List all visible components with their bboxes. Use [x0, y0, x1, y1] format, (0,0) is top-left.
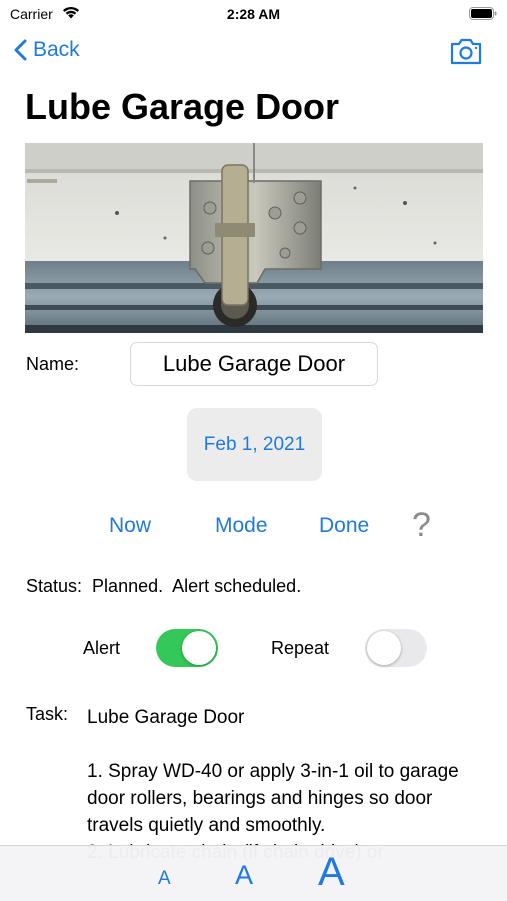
repeat-toggle[interactable]	[365, 629, 427, 667]
alert-toggle[interactable]	[156, 629, 218, 667]
font-size-medium-button[interactable]: A	[235, 860, 253, 891]
task-photo	[25, 143, 483, 333]
font-size-small-button[interactable]: A	[158, 868, 171, 890]
task-text[interactable]: Lube Garage Door 1. Spray WD-40 or apply…	[87, 704, 477, 866]
clock: 2:28 AM	[226, 6, 281, 22]
back-label: Back	[33, 38, 80, 61]
toggle-knob	[367, 631, 401, 665]
status-value: Planned. Alert scheduled.	[92, 576, 302, 596]
back-button[interactable]: Back	[14, 38, 80, 62]
chevron-left-icon	[14, 39, 27, 61]
name-field[interactable]: Lube Garage Door	[130, 342, 378, 386]
page-title: Lube Garage Door	[25, 86, 340, 127]
toggle-knob	[182, 631, 216, 665]
now-button[interactable]: Now	[109, 514, 151, 538]
font-size-large-button[interactable]: A	[318, 850, 345, 895]
name-label: Name:	[26, 354, 80, 374]
task-title: Lube Garage Door	[87, 707, 245, 728]
status-row: Status: Planned. Alert scheduled.	[26, 576, 301, 597]
font-size-toolbar: A A A	[0, 845, 507, 901]
help-button[interactable]: ?	[412, 506, 431, 545]
nav-bar: Back	[0, 34, 507, 74]
mode-button[interactable]: Mode	[215, 514, 268, 538]
battery-icon	[469, 7, 497, 20]
task-step: 1. Spray WD-40 or apply 3-in-1 oil to ga…	[87, 761, 459, 836]
status-label: Status:	[26, 576, 83, 596]
date-button[interactable]: Feb 1, 2021	[187, 408, 322, 481]
camera-icon[interactable]	[449, 38, 483, 65]
task-label: Task:	[26, 704, 69, 724]
alert-label: Alert	[83, 638, 121, 658]
status-bar: Carrier 2:28 AM	[0, 0, 507, 28]
repeat-label: Repeat	[271, 638, 330, 658]
done-button[interactable]: Done	[319, 514, 369, 538]
